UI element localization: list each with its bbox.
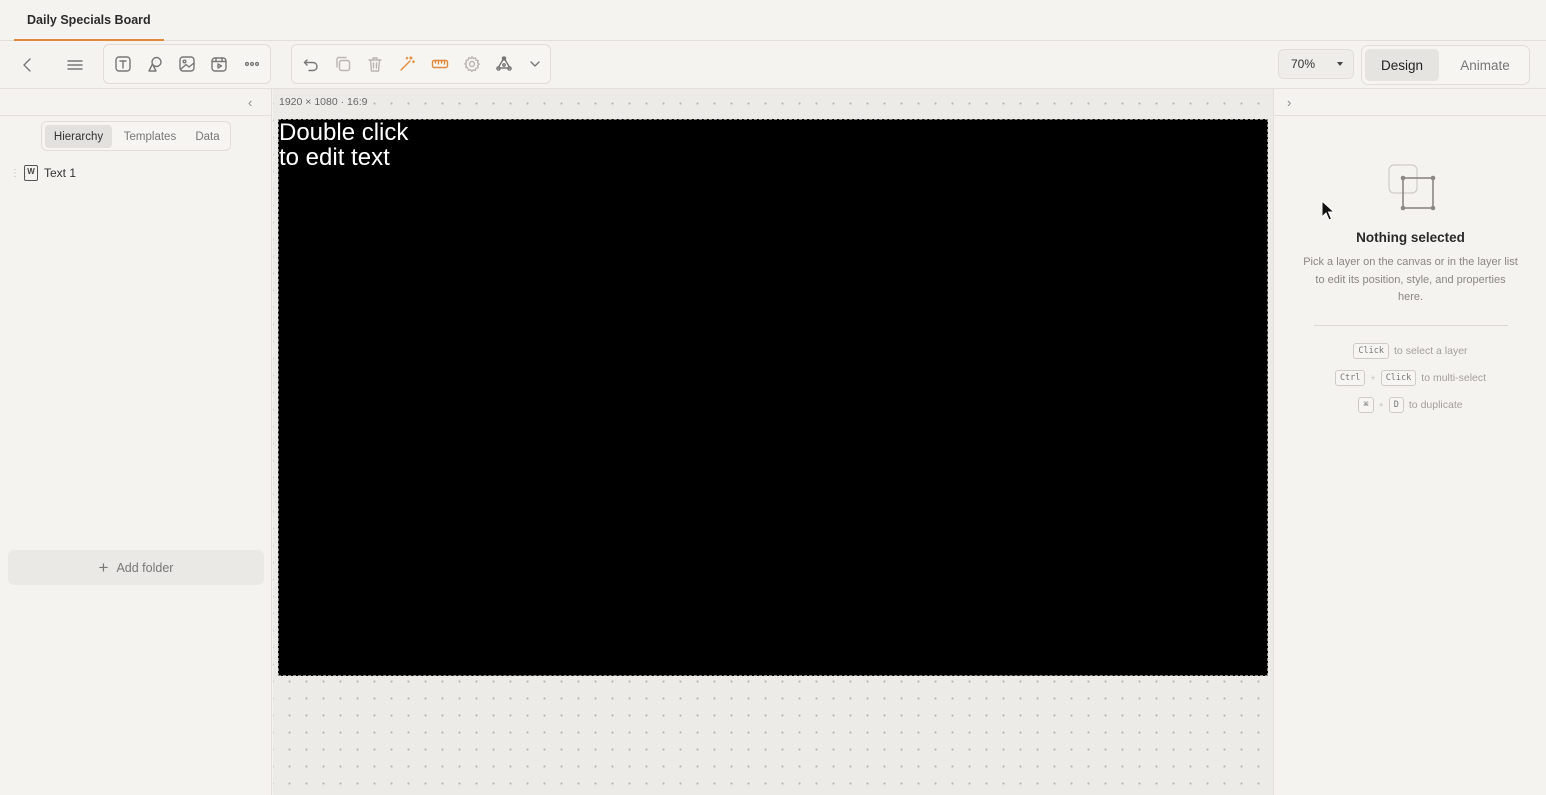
kbd-cmd: ⌘	[1358, 397, 1374, 413]
toolbar: 70% Design Animate	[0, 41, 1546, 89]
inspector-panel: › Nothing selected Pick a layer on the c…	[1273, 89, 1546, 795]
inspector-empty-title: Nothing selected	[1356, 230, 1465, 245]
layer-row[interactable]: ⋮⋮ W Text 1	[10, 164, 260, 182]
chevron-down-icon	[1337, 62, 1343, 66]
divider	[1314, 325, 1508, 326]
edit-tools-group	[291, 44, 551, 84]
ruler-icon[interactable]	[426, 50, 454, 78]
animate-mode-button[interactable]: Animate	[1444, 49, 1526, 81]
mouse-cursor-icon	[1321, 200, 1335, 221]
inspector-header: ›	[1274, 89, 1546, 116]
design-mode-button[interactable]: Design	[1365, 49, 1439, 81]
hint-select: Click to select a layer	[1274, 343, 1546, 359]
layer-label: Text 1	[44, 166, 77, 180]
undo-icon[interactable]	[297, 50, 325, 78]
hint-text: to multi-select	[1421, 372, 1487, 384]
plus-separator: +	[1370, 373, 1376, 383]
hint-duplicate: ⌘ + D to duplicate	[1274, 397, 1546, 413]
left-sidebar-header: ‹	[0, 89, 271, 116]
tab-data[interactable]: Data	[187, 125, 228, 148]
collapse-left-icon[interactable]: ‹	[248, 95, 252, 110]
menu-icon[interactable]	[61, 51, 89, 79]
hint-multi-select: Ctrl + Click to multi-select	[1274, 370, 1546, 386]
tab-daily-specials-board[interactable]: Daily Specials Board	[14, 0, 164, 41]
image-tool-icon[interactable]	[173, 50, 201, 78]
kbd-click: Click	[1380, 370, 1417, 386]
expand-right-icon[interactable]: ›	[1287, 95, 1291, 110]
artboard[interactable]: Double click to edit text	[278, 119, 1268, 676]
text-layer-icon: W	[24, 165, 38, 181]
chevron-down-icon[interactable]	[521, 50, 549, 78]
text-tool-icon[interactable]	[109, 50, 137, 78]
duplicate-icon[interactable]	[329, 50, 357, 78]
tab-hierarchy[interactable]: Hierarchy	[45, 125, 112, 148]
plus-icon: +	[98, 557, 109, 577]
kbd-click: Click	[1353, 343, 1390, 359]
tab-templates[interactable]: Templates	[115, 125, 185, 148]
left-sidebar: ‹ Hierarchy Templates Data ⋮⋮ W Text 1 +…	[0, 89, 272, 795]
drag-handle-icon[interactable]: ⋮⋮	[10, 168, 30, 179]
more-icon[interactable]	[238, 50, 266, 78]
media-tool-icon[interactable]	[205, 50, 233, 78]
kbd-ctrl: Ctrl	[1334, 370, 1366, 386]
add-folder-button[interactable]: + Add folder	[8, 550, 264, 585]
kbd-d: D	[1388, 397, 1404, 413]
zoom-value: 70%	[1291, 57, 1316, 71]
hint-text: to duplicate	[1408, 399, 1463, 411]
mode-switch: Design Animate	[1361, 45, 1530, 85]
magic-wand-icon[interactable]	[393, 50, 421, 78]
inspector-empty-description: Pick a layer on the canvas or in the lay…	[1303, 256, 1518, 303]
empty-selection-icon	[1387, 164, 1437, 212]
node-graph-icon[interactable]	[490, 50, 518, 78]
zoom-select[interactable]: 70%	[1278, 49, 1354, 79]
hint-text: to select a layer	[1394, 345, 1468, 357]
settings-gear-icon[interactable]	[458, 50, 486, 78]
tab-bar: Daily Specials Board	[0, 0, 1546, 41]
delete-icon[interactable]	[361, 50, 389, 78]
canvas-size: 1920 × 1080	[279, 96, 338, 108]
left-panel-tabs: Hierarchy Templates Data	[41, 121, 231, 151]
add-folder-label: Add folder	[116, 560, 174, 575]
canvas-dimensions: 1920 × 1080 · 16:9	[279, 96, 371, 108]
shapes-tool-icon[interactable]	[141, 50, 169, 78]
canvas-area[interactable]: 1920 × 1080 · 16:9 Double click to edit …	[273, 89, 1273, 795]
back-icon[interactable]	[14, 51, 42, 79]
canvas-ratio: 16:9	[347, 96, 368, 108]
plus-separator: +	[1378, 400, 1384, 410]
text-layer-placeholder[interactable]: Double click to edit text	[279, 120, 408, 170]
insert-tools-group	[103, 44, 271, 84]
